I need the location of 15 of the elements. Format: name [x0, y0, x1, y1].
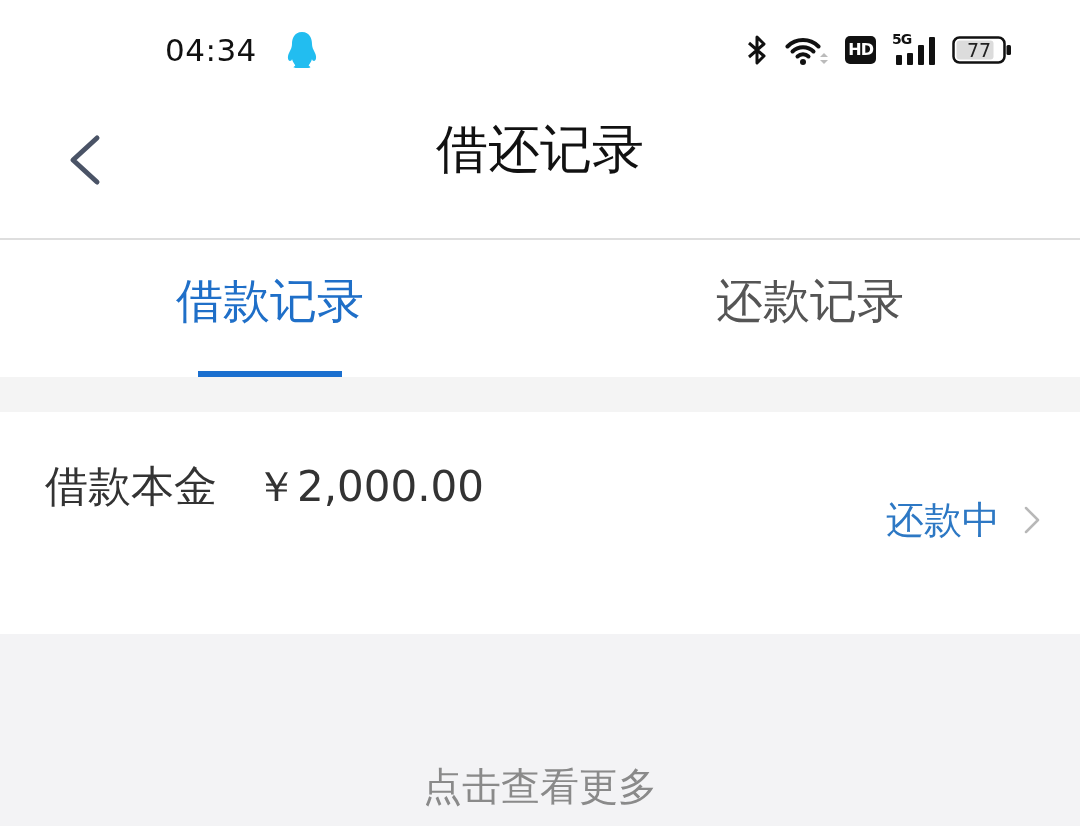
loan-record-card[interactable]: 借款本金 ￥2,000.00 还款中	[0, 412, 1080, 634]
hd-indicator: HD	[845, 36, 876, 64]
record-amount: ￥2,000.00	[255, 461, 485, 513]
status-time: 04:34	[165, 32, 257, 68]
back-chevron-icon[interactable]	[68, 134, 102, 186]
page-title: 借还记录	[436, 118, 644, 181]
battery-icon	[952, 36, 1012, 64]
chevron-right-icon	[1024, 506, 1040, 534]
record-label: 借款本金	[45, 460, 217, 513]
network-type-label: 5G	[892, 31, 912, 47]
penguin-icon	[286, 31, 317, 69]
tab[interactable]: 还款记录	[540, 240, 1080, 377]
battery-percent: 77	[965, 39, 993, 61]
record-status: 还款中	[886, 496, 1000, 544]
tab[interactable]: 借款记录	[0, 240, 540, 377]
